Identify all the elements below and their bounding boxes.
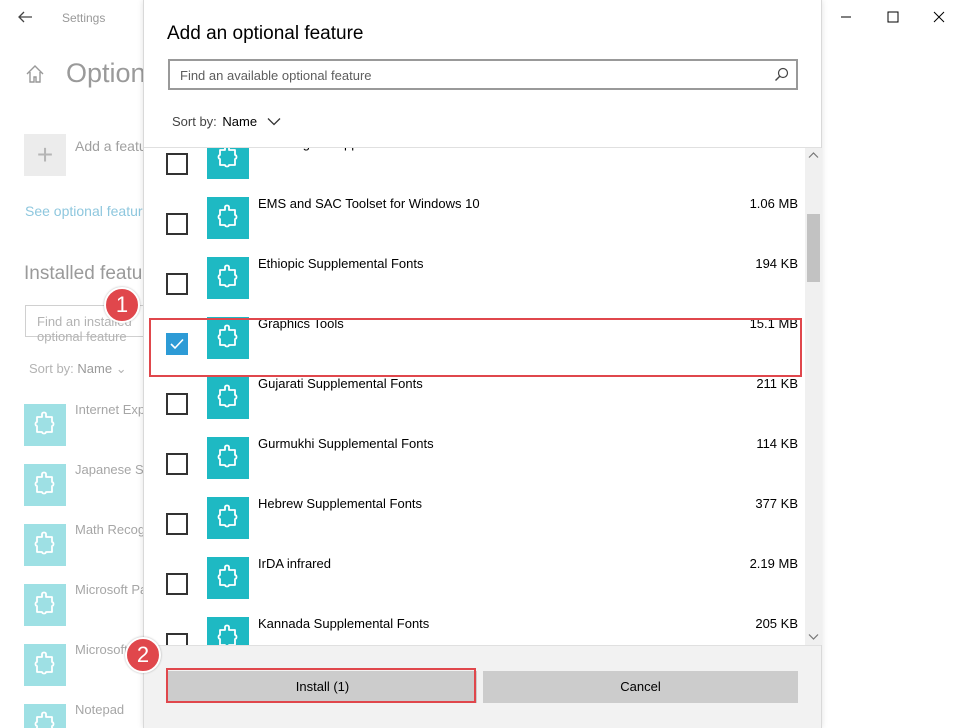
feature-checkbox[interactable] <box>166 573 188 595</box>
feature-row[interactable]: Devanagari Supplemental Fonts 1.46 MB <box>144 148 804 196</box>
feature-row[interactable]: IrDA infrared 2.19 MB <box>144 556 804 616</box>
feature-name: Devanagari Supplemental Fonts <box>258 148 444 151</box>
dialog-title: Add an optional feature <box>167 23 364 44</box>
feature-checkbox[interactable] <box>166 453 188 475</box>
feature-size: 1.06 MB <box>749 196 798 211</box>
feature-name: Gujarati Supplemental Fonts <box>258 376 423 391</box>
feature-size: 205 KB <box>755 616 798 631</box>
feature-checkbox[interactable] <box>166 513 188 535</box>
puzzle-piece-icon <box>207 257 249 299</box>
feature-row[interactable]: EMS and SAC Toolset for Windows 10 1.06 M… <box>144 196 804 256</box>
feature-row[interactable]: Gurmukhi Supplemental Fonts 114 KB <box>144 436 804 496</box>
feature-checkbox[interactable] <box>166 153 188 175</box>
feature-search-input[interactable] <box>180 66 760 84</box>
sort-value[interactable]: Name <box>222 114 257 129</box>
installed-feature-item[interactable]: Math Recognizer <box>24 522 173 566</box>
puzzle-piece-icon <box>207 148 249 179</box>
sort-control[interactable]: Sort by: Name <box>172 114 257 129</box>
feature-name: EMS and SAC Toolset for Windows 10 <box>258 196 480 211</box>
puzzle-piece-icon <box>207 557 249 599</box>
scroll-up-icon[interactable] <box>808 151 819 159</box>
puzzle-piece-icon <box>24 524 66 566</box>
feature-list: Devanagari Supplemental Fonts 1.46 MB EMS … <box>144 148 804 645</box>
puzzle-piece-icon <box>24 704 66 728</box>
puzzle-piece-icon <box>24 644 66 686</box>
feature-size: 114 KB <box>756 436 798 451</box>
puzzle-piece-icon <box>24 404 66 446</box>
close-button[interactable] <box>916 0 962 34</box>
step-badge-2: 2 <box>125 637 161 673</box>
feature-name: Kannada Supplemental Fonts <box>258 616 430 631</box>
feature-row[interactable]: Gujarati Supplemental Fonts 211 KB <box>144 376 804 436</box>
feature-search-box[interactable] <box>168 59 798 90</box>
installed-feature-item[interactable]: Japanese Supplemental Fonts <box>24 462 251 506</box>
installed-feature-name: Notepad <box>75 702 125 717</box>
minimize-button[interactable] <box>823 0 869 34</box>
scrollbar-thumb[interactable] <box>807 214 820 282</box>
maximize-button[interactable] <box>870 0 916 34</box>
feature-name: Gurmukhi Supplemental Fonts <box>258 436 434 451</box>
puzzle-piece-icon <box>24 584 66 626</box>
sort-label: Sort by: <box>172 114 217 129</box>
scroll-down-icon[interactable] <box>808 633 819 641</box>
feature-size: 1.46 MB <box>750 148 798 151</box>
window-title: Settings <box>62 11 106 25</box>
feature-row[interactable]: Hebrew Supplemental Fonts 377 KB <box>144 496 804 556</box>
graphics-tools-highlight <box>149 318 802 377</box>
installed-feature-item[interactable]: Internet Explorer 11 <box>24 402 188 446</box>
add-feature-button[interactable]: + <box>24 134 66 176</box>
feature-checkbox[interactable] <box>166 393 188 415</box>
feature-checkbox[interactable] <box>166 633 188 645</box>
feature-name: Hebrew Supplemental Fonts <box>258 496 423 511</box>
installed-sort[interactable]: Sort by: Name ⌄ <box>29 361 127 377</box>
cancel-button[interactable]: Cancel <box>483 671 798 703</box>
install-button-highlight <box>166 668 476 703</box>
home-icon[interactable] <box>24 63 46 85</box>
installed-sort-value: Name <box>77 361 113 376</box>
feature-size: 2.19 MB <box>749 556 798 571</box>
puzzle-piece-icon <box>207 617 249 645</box>
back-arrow-icon[interactable] <box>14 6 36 28</box>
feature-size: 211 KB <box>756 376 798 391</box>
close-icon <box>933 11 945 23</box>
installed-feature-item[interactable]: Notepad <box>24 702 154 728</box>
plus-icon: + <box>36 139 54 170</box>
feature-row[interactable]: Kannada Supplemental Fonts 205 KB <box>144 616 804 645</box>
feature-row[interactable]: Ethiopic Supplemental Fonts 194 KB <box>144 256 804 316</box>
puzzle-piece-icon <box>207 377 249 419</box>
maximize-icon <box>887 11 899 23</box>
feature-name: Ethiopic Supplemental Fonts <box>258 256 424 271</box>
puzzle-piece-icon <box>207 497 249 539</box>
installed-sort-label: Sort by: <box>29 361 74 376</box>
feature-checkbox[interactable] <box>166 273 188 295</box>
puzzle-piece-icon <box>24 464 66 506</box>
step-badge-1: 1 <box>104 287 140 323</box>
puzzle-piece-icon <box>207 197 249 239</box>
chevron-down-icon: ⌄ <box>115 361 127 376</box>
feature-size: 377 KB <box>755 496 798 511</box>
feature-checkbox[interactable] <box>166 213 188 235</box>
search-icon[interactable] <box>774 67 789 82</box>
installed-feature-item[interactable]: Microsoft Paint <box>24 582 161 626</box>
feature-name: IrDA infrared <box>258 556 331 571</box>
puzzle-piece-icon <box>207 437 249 479</box>
scrollbar[interactable] <box>805 148 822 645</box>
minimize-icon <box>841 16 851 18</box>
feature-size: 194 KB <box>755 256 798 271</box>
chevron-down-icon[interactable] <box>267 117 281 126</box>
